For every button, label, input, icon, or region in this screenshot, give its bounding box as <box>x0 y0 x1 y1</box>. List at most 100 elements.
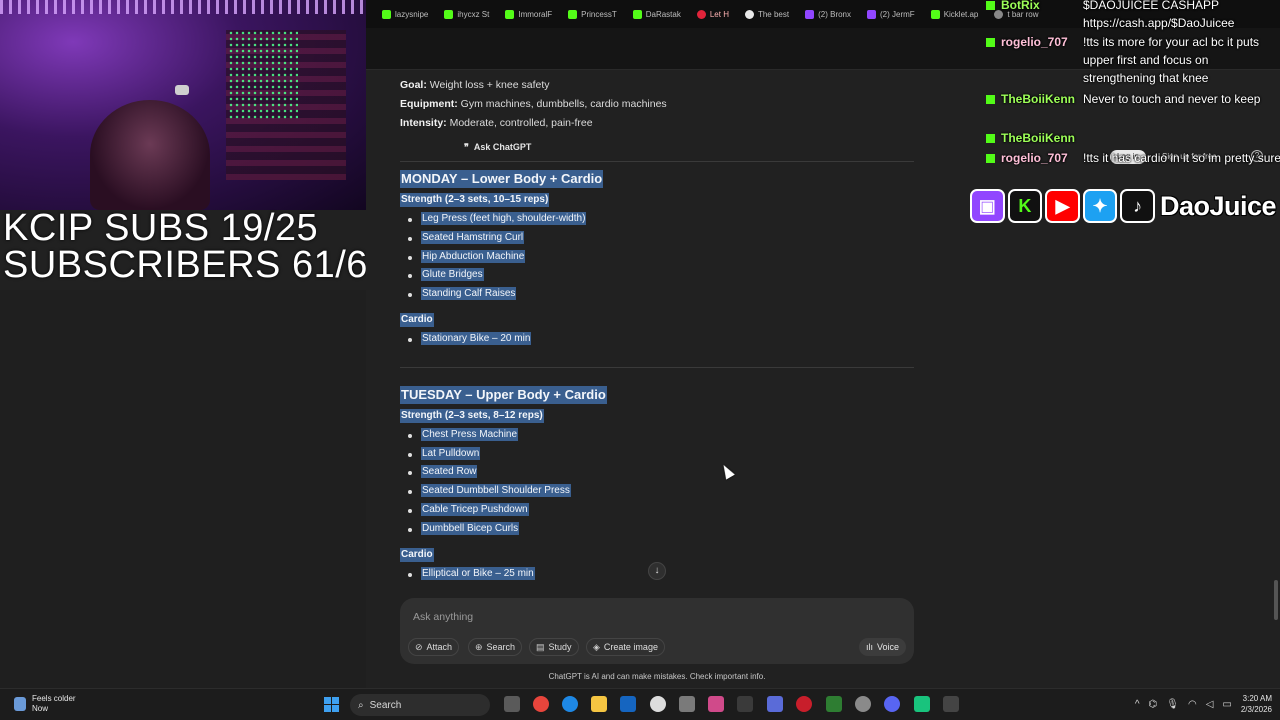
wifi-icon[interactable]: ◠ <box>1188 699 1197 710</box>
quote-icon: ❞ <box>464 141 469 152</box>
terminal-icon[interactable] <box>737 696 753 712</box>
weather-text: Feels colder Now <box>32 694 76 714</box>
chat-username: BotRix <box>986 0 1040 14</box>
browser-tab[interactable]: Let H <box>689 3 737 25</box>
browser-tab[interactable]: ihycxz St <box>436 3 497 25</box>
attach-button[interactable]: ⊘ Attach <box>408 638 460 656</box>
opera-icon[interactable] <box>796 696 812 712</box>
browser-tab[interactable]: The best <box>737 3 797 25</box>
active-favicon-icon <box>696 9 706 19</box>
app-icon[interactable] <box>708 696 724 712</box>
cardio-name: Stationary Bike – 20 min <box>421 331 532 345</box>
microphone-icon[interactable]: 🎙 <box>1166 699 1179 710</box>
stream-chat-overlay: BotRix $DAOJUICEE CASHAPP https://cash.ap… <box>980 0 1280 190</box>
response-content: Goal: Weight loss + knee safety Equipmen… <box>400 76 914 583</box>
cardio-heading: Cardio <box>400 547 434 562</box>
goal-label: Goal: <box>400 79 427 91</box>
intensity-value: Moderate, controlled, pain-free <box>449 117 593 129</box>
browser-tab[interactable]: (2) JermF <box>859 3 923 25</box>
voice-label: Voice <box>876 642 899 652</box>
obs-icon[interactable] <box>650 696 666 712</box>
ask-chatgpt-button[interactable]: ❞ Ask ChatGPT <box>464 140 914 154</box>
day-section: TUESDAY – Upper Body + Cardio Strength (2… <box>400 385 914 584</box>
discord-icon[interactable] <box>884 696 900 712</box>
exercise-name: Dumbbell Bicep Curls <box>421 521 520 535</box>
prompt-input[interactable] <box>413 609 893 625</box>
browser-tab[interactable]: ImmoralF <box>497 3 560 25</box>
create-image-button[interactable]: ◈ Create image <box>586 638 665 656</box>
exercise-name: Seated Dumbbell Shoulder Press <box>421 484 571 498</box>
led-grid <box>228 30 298 120</box>
chrome-icon[interactable] <box>533 696 549 712</box>
weather-widget[interactable]: Feels colder Now <box>14 694 76 714</box>
chevron-up-icon[interactable]: ^ <box>1135 699 1140 710</box>
teams-icon[interactable] <box>767 696 783 712</box>
exercise-name: Lat Pulldown <box>421 446 481 460</box>
exercise-name: Seated Row <box>421 465 478 479</box>
goal-value: Weight loss + knee safety <box>429 79 550 91</box>
browser-tab[interactable]: PrincessT <box>560 3 625 25</box>
exercise-item: Cable Tricep Pushdown <box>400 501 914 520</box>
browser-tab[interactable]: (2) Bronx <box>797 3 859 25</box>
taskbar: Feels colder Now ⌕ Search ^ ⌬ 🎙 ◠ ◁ ▭ 3:… <box>0 688 1280 720</box>
app-icon-4[interactable] <box>943 696 959 712</box>
battery-icon[interactable]: ▭ <box>1222 699 1231 710</box>
day-heading: TUESDAY – Upper Body + Cardio <box>400 385 607 404</box>
browser-tab[interactable]: Kicklet.ap <box>923 3 987 25</box>
cardio-item: Stationary Bike – 20 min <box>400 330 914 349</box>
scroll-thumb[interactable] <box>1274 580 1278 620</box>
intensity-label: Intensity: <box>400 117 447 129</box>
paperclip-icon: ⊘ <box>415 641 423 652</box>
exercise-list: Chest Press Machine Lat Pulldown Seated Ro… <box>400 426 914 539</box>
app-icon-2[interactable] <box>826 696 842 712</box>
study-button[interactable]: ▤ Study <box>529 638 579 656</box>
cardio-heading: Cardio <box>400 312 434 327</box>
voice-button[interactable]: ılı Voice <box>858 638 906 656</box>
tab-label: Kicklet.ap <box>943 9 979 19</box>
volume-icon[interactable]: ◁ <box>1206 699 1214 710</box>
webcam-feed <box>0 0 366 210</box>
task-view-icon[interactable] <box>504 696 520 712</box>
chat-message: TheBoiiKenn Never to touch and never to k… <box>986 90 1280 126</box>
scroll-down-button[interactable]: ↓ <box>648 562 666 580</box>
equipment-label: Equipment: <box>400 98 458 110</box>
network-icon[interactable]: ⌬ <box>1149 699 1158 710</box>
kick-badge-icon <box>986 134 995 143</box>
exercise-item: Lat Pulldown <box>400 445 914 464</box>
youtube-icon: ▶ <box>1045 189 1080 223</box>
tiktok-icon: ♪ <box>1120 189 1155 223</box>
edge-icon[interactable] <box>562 696 578 712</box>
system-tray: ^ ⌬ 🎙 ◠ ◁ ▭ 3:20 AM 2/3/2026 <box>1135 693 1272 715</box>
chat-username-text: TheBoiiKenn <box>1001 131 1075 145</box>
app-icon-3[interactable] <box>855 696 871 712</box>
start-button[interactable] <box>324 697 339 712</box>
tab-label: Let H <box>709 9 729 19</box>
file-explorer-icon[interactable] <box>591 696 607 712</box>
taskbar-search-label: Search <box>369 699 402 711</box>
tab-label: (2) JermF <box>880 9 915 19</box>
chat-username-text: BotRix <box>1001 0 1040 12</box>
exercise-item: Seated Hamstring Curl <box>400 229 914 248</box>
search-icon: ⌕ <box>358 699 364 711</box>
chatgpt-app-icon[interactable] <box>914 696 930 712</box>
outlook-icon[interactable] <box>620 696 636 712</box>
settings-icon[interactable] <box>679 696 695 712</box>
browser-tab[interactable]: lazysnipe <box>374 3 436 25</box>
search-button[interactable]: ⊕ Search <box>468 638 523 656</box>
weather-icon <box>14 697 26 711</box>
tab-label: (2) Bronx <box>818 9 852 19</box>
clock[interactable]: 3:20 AM 2/3/2026 <box>1241 693 1272 715</box>
divider <box>400 161 914 162</box>
chat-message: TheBoiiKenn <box>986 129 1280 147</box>
exercise-item: Leg Press (feet high, shoulder-width) <box>400 210 914 229</box>
divider <box>400 366 914 368</box>
browser-tab[interactable]: DaRastak <box>625 3 689 25</box>
tab-label: The best <box>757 9 790 19</box>
taskbar-search[interactable]: ⌕ Search <box>350 694 490 716</box>
exercise-name: Cable Tricep Pushdown <box>421 502 529 516</box>
kick-badge-icon <box>986 95 995 104</box>
strength-heading: Strength (2–3 sets, 10–15 reps) <box>400 193 550 207</box>
composer: ⊘Attach ⊕Search ▤Study ◈Create image ılı… <box>400 598 914 664</box>
kick-badge-icon <box>986 38 995 47</box>
clock-date: 2/3/2026 <box>1240 705 1272 714</box>
